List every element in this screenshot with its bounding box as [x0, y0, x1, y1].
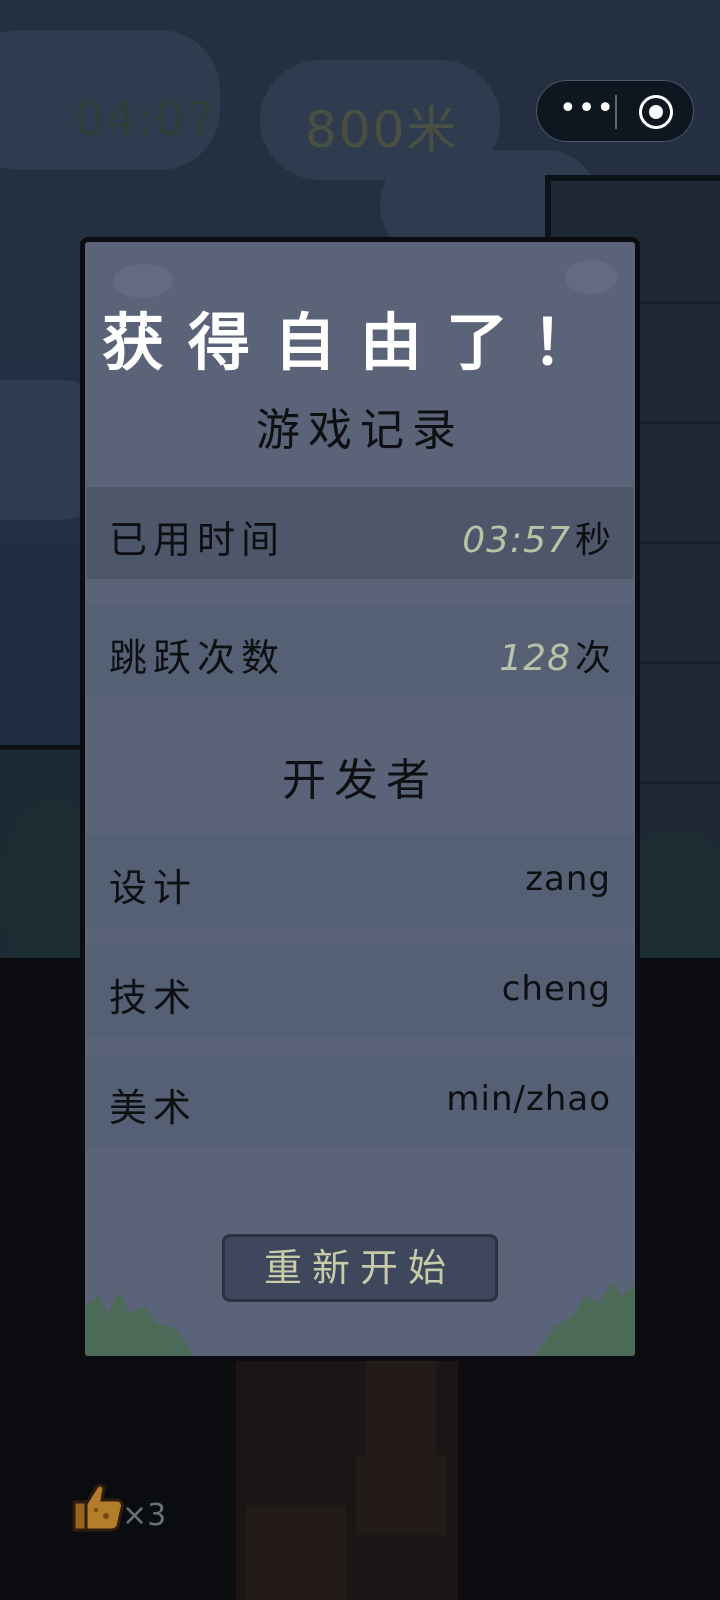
developer-row-design: 设计 zang — [87, 835, 633, 927]
record-circle-icon[interactable] — [635, 91, 677, 133]
developer-role: 技术 — [109, 976, 198, 1020]
grass-decoration-left — [85, 1292, 195, 1356]
capsule-divider — [615, 95, 617, 129]
result-dialog: 获得自由了！ 游戏记录 已用时间 03:57 秒 跳跃次数 128 次 开发者 设计… — [80, 237, 640, 1361]
stat-value: 128 次 — [499, 629, 611, 681]
developer-name: cheng — [501, 969, 611, 1009]
stat-row-jumps: 跳跃次数 128 次 — [87, 605, 633, 697]
more-dots-icon[interactable]: ••• — [559, 91, 614, 131]
developer-name: zang — [525, 859, 611, 899]
stat-label: 跳跃次数 — [109, 636, 286, 680]
developer-heading: 开发者 — [282, 755, 438, 806]
cloud-decoration — [565, 260, 617, 294]
developer-row-art: 美术 min/zhao — [87, 1055, 633, 1147]
developer-role: 设计 — [109, 866, 198, 910]
stat-number: 03:57 — [462, 520, 571, 561]
restart-button[interactable]: 重新开始 — [222, 1234, 498, 1302]
record-heading: 游戏记录 — [256, 405, 464, 456]
developer-row-tech: 技术 cheng — [87, 945, 633, 1037]
mini-program-capsule: ••• — [536, 80, 694, 142]
stat-label: 已用时间 — [109, 518, 286, 562]
stat-row-time: 已用时间 03:57 秒 — [87, 487, 633, 579]
stat-unit: 秒 — [574, 520, 611, 561]
grass-decoration-right — [535, 1282, 635, 1356]
developer-role: 美术 — [109, 1086, 198, 1130]
stat-value: 03:57 秒 — [462, 511, 611, 563]
developer-name: min/zhao — [446, 1079, 611, 1119]
dialog-title: 获得自由了！ — [101, 306, 618, 379]
stat-unit: 次 — [574, 638, 611, 679]
stat-number: 128 — [499, 638, 571, 679]
